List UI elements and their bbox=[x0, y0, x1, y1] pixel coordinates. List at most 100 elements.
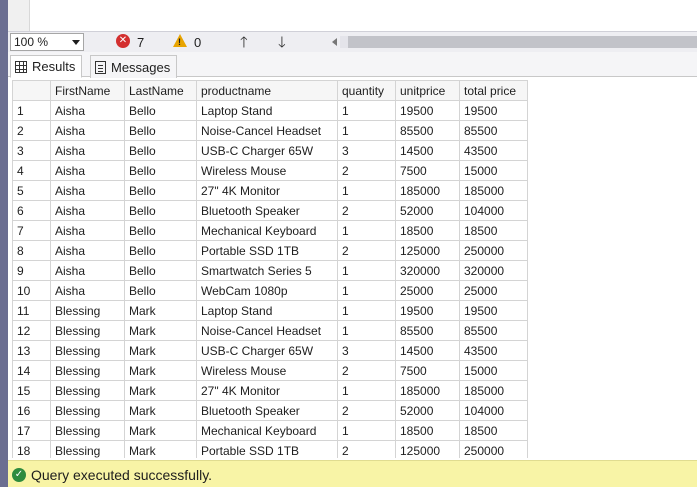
table-row[interactable]: 15 Blessing Mark 27" 4K Monitor 1 185000 18500… bbox=[12, 380, 528, 401]
table-cell[interactable]: 3 bbox=[337, 140, 396, 161]
table-cell[interactable]: 2 bbox=[337, 440, 396, 458]
row-number[interactable]: 10 bbox=[12, 280, 51, 301]
table-cell[interactable]: 1 bbox=[337, 100, 396, 121]
table-cell[interactable]: 19500 bbox=[459, 100, 528, 121]
table-cell[interactable]: Mark bbox=[124, 300, 197, 321]
table-cell[interactable]: Laptop Stand bbox=[196, 300, 338, 321]
table-cell[interactable]: Aisha bbox=[50, 160, 125, 181]
row-number[interactable]: 5 bbox=[12, 180, 51, 201]
column-header[interactable]: quantity bbox=[337, 80, 396, 101]
table-cell[interactable]: 1 bbox=[337, 260, 396, 281]
table-cell[interactable]: 2 bbox=[337, 360, 396, 381]
table-row[interactable]: 10 Aisha Bello WebCam 1080p 1 25000 25000 bbox=[12, 280, 528, 301]
table-cell[interactable]: 19500 bbox=[395, 100, 460, 121]
error-icon[interactable]: ✕ bbox=[116, 34, 130, 48]
row-number[interactable]: 17 bbox=[12, 420, 51, 441]
table-cell[interactable]: Wireless Mouse bbox=[196, 160, 338, 181]
table-cell[interactable]: 85500 bbox=[459, 120, 528, 141]
row-number[interactable]: 18 bbox=[12, 440, 51, 458]
table-row[interactable]: 1 Aisha Bello Laptop Stand 1 19500 19500 bbox=[12, 100, 528, 121]
row-number[interactable]: 1 bbox=[12, 100, 51, 121]
table-cell[interactable]: 14500 bbox=[395, 340, 460, 361]
table-cell[interactable]: Aisha bbox=[50, 240, 125, 261]
row-number[interactable]: 13 bbox=[12, 340, 51, 361]
table-cell[interactable]: Aisha bbox=[50, 280, 125, 301]
row-number[interactable]: 2 bbox=[12, 120, 51, 141]
table-cell[interactable]: 104000 bbox=[459, 400, 528, 421]
table-cell[interactable]: 185000 bbox=[459, 180, 528, 201]
table-cell[interactable]: 25000 bbox=[395, 280, 460, 301]
column-header[interactable]: FirstName bbox=[50, 80, 125, 101]
table-cell[interactable]: 52000 bbox=[395, 400, 460, 421]
tab-results[interactable]: Results bbox=[10, 55, 83, 78]
table-row[interactable]: 7 Aisha Bello Mechanical Keyboard 1 18500 1850… bbox=[12, 220, 528, 241]
table-cell[interactable]: Portable SSD 1TB bbox=[196, 240, 338, 261]
table-cell[interactable]: 18500 bbox=[459, 220, 528, 241]
table-cell[interactable]: 85500 bbox=[395, 120, 460, 141]
table-cell[interactable]: 320000 bbox=[459, 260, 528, 281]
table-row[interactable]: 6 Aisha Bello Bluetooth Speaker 2 52000 104000 bbox=[12, 200, 528, 221]
table-cell[interactable]: Blessing bbox=[50, 360, 125, 381]
tab-messages[interactable]: Messages bbox=[90, 55, 178, 78]
table-row[interactable]: 4 Aisha Bello Wireless Mouse 2 7500 15000 bbox=[12, 160, 528, 181]
table-cell[interactable]: 25000 bbox=[459, 280, 528, 301]
table-cell[interactable]: WebCam 1080p bbox=[196, 280, 338, 301]
table-cell[interactable]: Bello bbox=[124, 160, 197, 181]
table-cell[interactable]: Bello bbox=[124, 220, 197, 241]
table-cell[interactable]: 27" 4K Monitor bbox=[196, 380, 338, 401]
table-cell[interactable]: Bello bbox=[124, 240, 197, 261]
table-cell[interactable]: Bello bbox=[124, 280, 197, 301]
table-cell[interactable]: 1 bbox=[337, 120, 396, 141]
table-cell[interactable]: 2 bbox=[337, 400, 396, 421]
results-grid[interactable]: FirstName LastName productname quantity … bbox=[8, 78, 697, 458]
row-number[interactable]: 12 bbox=[12, 320, 51, 341]
table-row[interactable]: 11 Blessing Mark Laptop Stand 1 19500 19500 bbox=[12, 300, 528, 321]
table-row[interactable]: 3 Aisha Bello USB-C Charger 65W 3 14500 43500 bbox=[12, 140, 528, 161]
table-row[interactable]: 8 Aisha Bello Portable SSD 1TB 2 125000 250000 bbox=[12, 240, 528, 261]
table-cell[interactable]: Blessing bbox=[50, 300, 125, 321]
table-cell[interactable]: 250000 bbox=[459, 240, 528, 261]
table-cell[interactable]: Blessing bbox=[50, 420, 125, 441]
table-cell[interactable]: 85500 bbox=[395, 320, 460, 341]
row-number[interactable]: 16 bbox=[12, 400, 51, 421]
table-cell[interactable]: USB-C Charger 65W bbox=[196, 340, 338, 361]
row-number[interactable]: 8 bbox=[12, 240, 51, 261]
table-cell[interactable]: Blessing bbox=[50, 400, 125, 421]
table-cell[interactable]: Bello bbox=[124, 180, 197, 201]
table-cell[interactable]: 185000 bbox=[459, 380, 528, 401]
table-row[interactable]: 2 Aisha Bello Noise-Cancel Headset 1 85500 85… bbox=[12, 120, 528, 141]
table-cell[interactable]: 43500 bbox=[459, 140, 528, 161]
table-cell[interactable]: 14500 bbox=[395, 140, 460, 161]
warning-count[interactable]: 0 bbox=[194, 35, 201, 50]
table-cell[interactable]: 85500 bbox=[459, 320, 528, 341]
table-cell[interactable]: Mark bbox=[124, 360, 197, 381]
row-number[interactable]: 7 bbox=[12, 220, 51, 241]
table-cell[interactable]: 1 bbox=[337, 300, 396, 321]
column-header[interactable]: productname bbox=[196, 80, 338, 101]
column-header[interactable]: total price bbox=[459, 80, 528, 101]
table-cell[interactable]: Bello bbox=[124, 120, 197, 141]
table-cell[interactable]: 1 bbox=[337, 180, 396, 201]
table-cell[interactable]: 52000 bbox=[395, 200, 460, 221]
row-number[interactable]: 6 bbox=[12, 200, 51, 221]
table-cell[interactable]: Aisha bbox=[50, 120, 125, 141]
table-cell[interactable]: Blessing bbox=[50, 320, 125, 341]
column-header[interactable]: LastName bbox=[124, 80, 197, 101]
table-cell[interactable]: 19500 bbox=[459, 300, 528, 321]
table-cell[interactable]: Bello bbox=[124, 200, 197, 221]
table-cell[interactable]: 2 bbox=[337, 240, 396, 261]
scroll-left-icon[interactable] bbox=[332, 38, 337, 46]
table-row[interactable]: 12 Blessing Mark Noise-Cancel Headset 1 8550… bbox=[12, 320, 528, 341]
table-cell[interactable]: Aisha bbox=[50, 100, 125, 121]
table-cell[interactable]: USB-C Charger 65W bbox=[196, 140, 338, 161]
table-cell[interactable]: 125000 bbox=[395, 240, 460, 261]
table-cell[interactable]: Smartwatch Series 5 bbox=[196, 260, 338, 281]
table-cell[interactable]: 1 bbox=[337, 220, 396, 241]
table-cell[interactable]: 104000 bbox=[459, 200, 528, 221]
table-cell[interactable]: 1 bbox=[337, 320, 396, 341]
table-cell[interactable]: Aisha bbox=[50, 260, 125, 281]
table-cell[interactable]: 18500 bbox=[395, 420, 460, 441]
table-row[interactable]: 9 Aisha Bello Smartwatch Series 5 1 320000 320… bbox=[12, 260, 528, 281]
table-cell[interactable]: Mark bbox=[124, 440, 197, 458]
table-cell[interactable]: 1 bbox=[337, 380, 396, 401]
